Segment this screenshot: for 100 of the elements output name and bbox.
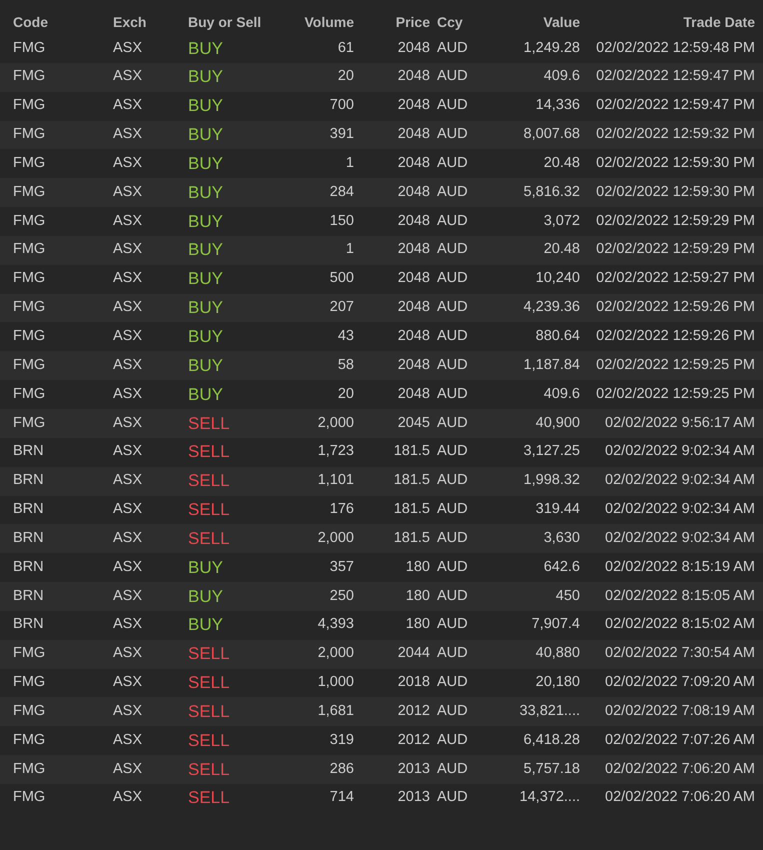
table-cell: 1,000 xyxy=(318,674,354,690)
table-cell: 02/02/2022 12:59:29 PM xyxy=(596,212,755,229)
column-header[interactable]: Code xyxy=(13,12,113,33)
table-cell: SELL xyxy=(188,442,230,462)
table-cell: 450 xyxy=(556,588,580,604)
table-cell: SELL xyxy=(188,471,230,490)
table-cell: AUD xyxy=(437,241,468,258)
column-header[interactable]: Exch xyxy=(113,12,188,33)
table-cell: 2048 xyxy=(398,328,430,344)
table-cell: 5,816.32 xyxy=(524,184,580,200)
table-cell: ASX xyxy=(113,530,142,546)
table-cell: ASX xyxy=(113,241,142,258)
table-cell: 2012 xyxy=(398,732,430,748)
table-cell: 176 xyxy=(330,501,354,518)
table-cell: 02/02/2022 12:59:26 PM xyxy=(596,328,755,344)
table-cell: 02/02/2022 12:59:29 PM xyxy=(596,241,755,258)
table-cell: FMG xyxy=(13,270,46,286)
table-cell: 02/02/2022 7:30:54 AM xyxy=(605,645,755,662)
table-cell: 14,372.... xyxy=(520,789,580,806)
table-cell: FMG xyxy=(13,760,46,777)
column-header[interactable]: Trade Date xyxy=(580,12,755,33)
table-cell: ASX xyxy=(113,126,142,142)
table-cell: 357 xyxy=(330,558,354,575)
table-cell: BRN xyxy=(13,530,44,546)
table-cell: 02/02/2022 12:59:47 PM xyxy=(596,97,755,114)
table-cell: AUD xyxy=(437,68,468,84)
table-cell: FMG xyxy=(13,328,46,344)
table-cell: AUD xyxy=(437,472,468,488)
table-cell: BUY xyxy=(188,38,223,58)
table-cell: BUY xyxy=(188,356,223,375)
table-cell: 02/02/2022 8:15:02 AM xyxy=(605,616,755,632)
table-cell: FMG xyxy=(13,789,46,806)
table-cell: 2013 xyxy=(398,789,430,806)
table-cell: AUD xyxy=(437,530,468,546)
table-cell: BRN xyxy=(13,558,44,575)
column-header[interactable]: Buy or Sell xyxy=(188,12,270,33)
table-cell: BUY xyxy=(188,384,223,404)
table-cell: 1 xyxy=(346,241,354,258)
table-cell: 180 xyxy=(406,558,430,575)
table-cell: 2048 xyxy=(398,212,430,229)
table-cell: 20,180 xyxy=(536,674,580,690)
table-cell: AUD xyxy=(437,732,468,748)
table-cell: 2045 xyxy=(398,414,430,431)
table-cell: ASX xyxy=(113,97,142,114)
table-cell: 319.44 xyxy=(536,501,580,518)
table-cell: 02/02/2022 12:59:48 PM xyxy=(596,40,755,56)
table-cell: AUD xyxy=(437,558,468,575)
table-cell: 02/02/2022 12:59:25 PM xyxy=(596,356,755,373)
table-cell: ASX xyxy=(113,386,142,402)
table-cell: 02/02/2022 12:59:26 PM xyxy=(596,299,755,316)
table-cell: FMG xyxy=(13,299,46,316)
table-cell: 3,630 xyxy=(544,530,580,546)
table-cell: FMG xyxy=(13,126,46,142)
table-cell: 4,239.36 xyxy=(524,299,580,316)
table-cell: ASX xyxy=(113,472,142,488)
table-cell: 5,757.18 xyxy=(524,760,580,777)
table-cell: 20.48 xyxy=(544,154,580,171)
table-cell: ASX xyxy=(113,328,142,344)
table-cell: ASX xyxy=(113,645,142,662)
column-header[interactable]: Price xyxy=(354,12,430,33)
table-cell: BUY xyxy=(188,125,223,144)
table-cell: 2012 xyxy=(398,702,430,719)
table-cell: 284 xyxy=(330,184,354,200)
table-cell: 700 xyxy=(330,97,354,114)
table-cell: 2048 xyxy=(398,68,430,84)
table-cell: 3,072 xyxy=(544,212,580,229)
table-cell: AUD xyxy=(437,386,468,402)
column-header[interactable]: Value xyxy=(490,12,580,33)
table-cell: ASX xyxy=(113,588,142,604)
table-cell: 391 xyxy=(330,126,354,142)
table-cell: FMG xyxy=(13,732,46,748)
table-cell: FMG xyxy=(13,212,46,229)
table-cell: 02/02/2022 8:15:05 AM xyxy=(605,588,755,604)
column-header[interactable]: Volume xyxy=(270,12,354,33)
column-header[interactable]: Ccy xyxy=(430,12,490,33)
table-cell: SELL xyxy=(188,730,230,750)
table-cell: FMG xyxy=(13,356,46,373)
table-cell: 2044 xyxy=(398,645,430,662)
table-cell: 02/02/2022 7:09:20 AM xyxy=(605,674,755,690)
table-cell: BUY xyxy=(188,67,223,86)
table-cell: 2048 xyxy=(398,299,430,316)
table-cell: AUD xyxy=(437,789,468,806)
table-cell: AUD xyxy=(437,97,468,114)
table-cell: 2048 xyxy=(398,40,430,56)
table-cell: BRN xyxy=(13,616,44,632)
table-cell: 2048 xyxy=(398,126,430,142)
table-cell: 02/02/2022 8:15:19 AM xyxy=(605,558,755,575)
table-cell: BUY xyxy=(188,182,223,202)
table-cell: 1,681 xyxy=(318,702,354,719)
table-cell: 2018 xyxy=(398,674,430,690)
table-cell: ASX xyxy=(113,154,142,171)
table-cell: BUY xyxy=(188,240,223,260)
table-cell: 43 xyxy=(338,328,354,344)
table-cell: BUY xyxy=(188,154,223,173)
table-cell: FMG xyxy=(13,241,46,258)
table-cell: BUY xyxy=(188,96,223,116)
table-cell: 409.6 xyxy=(544,386,580,402)
table-cell: 7,907.4 xyxy=(532,616,580,632)
table-cell: ASX xyxy=(113,356,142,373)
table-cell: ASX xyxy=(113,789,142,806)
